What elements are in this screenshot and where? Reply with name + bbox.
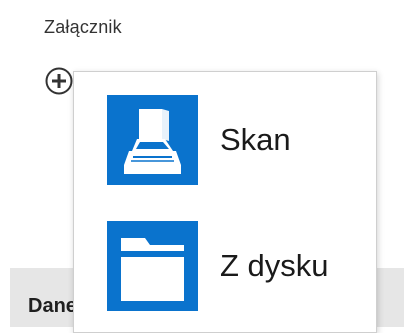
attachment-source-menu: Skan Z dysku	[73, 71, 377, 333]
menu-item-disk[interactable]: Z dysku	[74, 212, 376, 322]
plus-circle-icon	[45, 67, 73, 95]
data-section-label: Dane	[28, 295, 77, 317]
folder-icon	[121, 238, 184, 301]
scanner-icon	[124, 109, 181, 174]
attachment-label: Załącznik	[44, 17, 122, 37]
scan-tile	[107, 95, 198, 185]
menu-item-disk-label: Z dysku	[220, 248, 329, 283]
disk-tile	[107, 221, 198, 311]
menu-item-scan[interactable]: Skan	[74, 86, 376, 196]
menu-item-scan-label: Skan	[220, 122, 291, 157]
add-attachment-button[interactable]	[44, 66, 74, 96]
